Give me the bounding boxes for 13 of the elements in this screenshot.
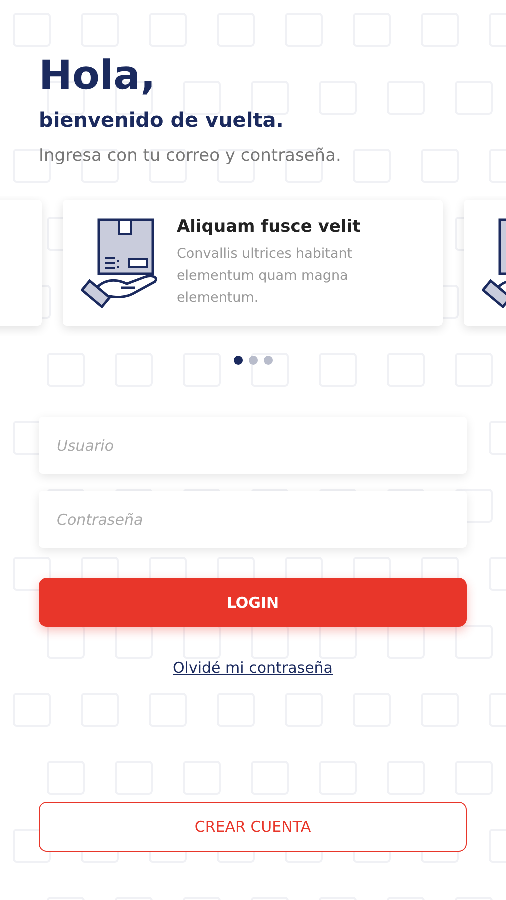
carousel-dot[interactable] — [264, 356, 272, 365]
input-field[interactable]: Contraseña — [39, 491, 467, 548]
login-hint: Ingresa con tu correo y contraseña. — [39, 146, 342, 166]
carousel-dot[interactable] — [234, 356, 242, 365]
greeting-subtitle: bienvenido de vuelta. — [39, 108, 284, 132]
create-account-button[interactable]: CREAR CUENTA — [39, 802, 467, 852]
carousel-dot[interactable] — [248, 356, 258, 365]
forgot-password-link[interactable]: Olvidé mi contraseña — [173, 659, 333, 677]
input-field[interactable]: Usuario — [39, 417, 467, 474]
greeting-title: Hola, — [39, 52, 156, 101]
card-title: Aliquam fusce velit — [177, 217, 361, 237]
card-text: Convallis ultrices habitant elementum quam magna elementum. — [177, 245, 354, 308]
login-button[interactable]: LOGIN — [39, 578, 467, 627]
